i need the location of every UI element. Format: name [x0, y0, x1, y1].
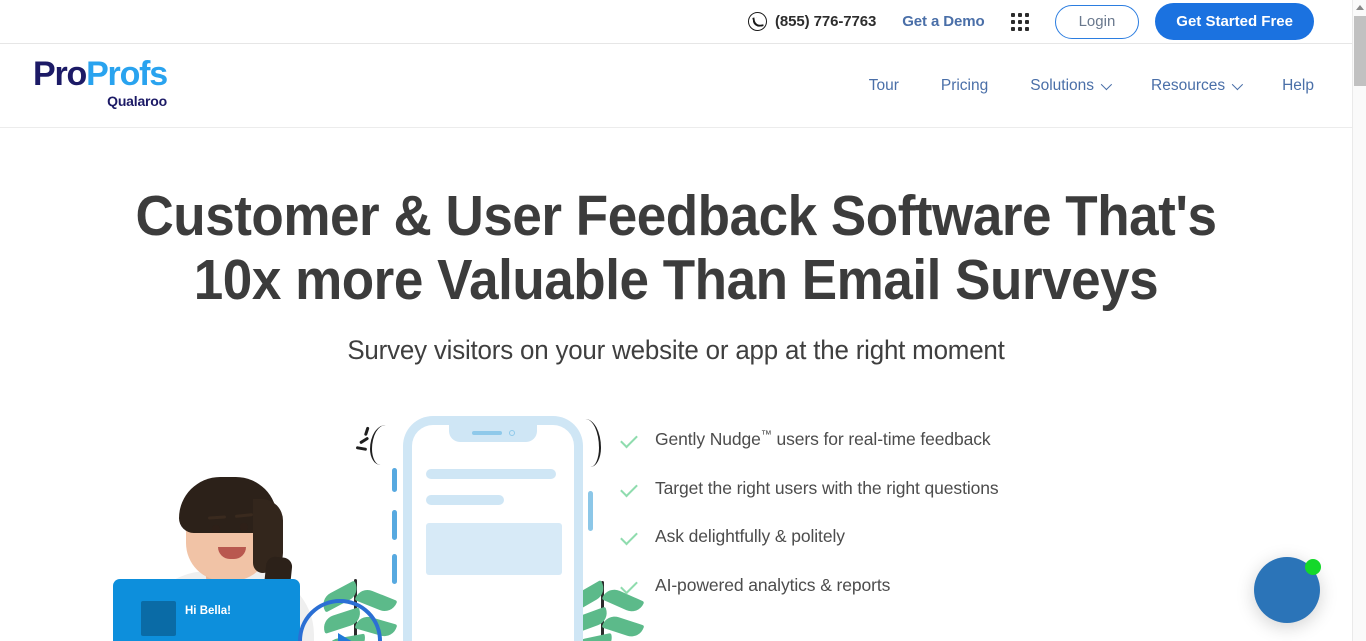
page-title: Customer & User Feedback Software That's… — [47, 184, 1304, 313]
page-viewport: (855) 776-7763 Get a Demo Login Get Star… — [0, 0, 1352, 641]
page-scrollbar[interactable] — [1352, 0, 1366, 641]
trademark-symbol: ™ — [760, 428, 772, 441]
phone-number-link[interactable]: (855) 776-7763 — [748, 12, 876, 31]
check-icon — [620, 482, 637, 499]
hero-title-line-2: 10x more Valuable Than Email Surveys — [193, 247, 1159, 312]
list-item: Gently Nudge™ users for real-time feedba… — [620, 429, 1090, 451]
get-a-demo-link[interactable]: Get a Demo — [902, 13, 984, 30]
chat-greeting-text: Hi Bella! — [185, 604, 232, 617]
accent-dash — [588, 490, 593, 531]
bullet-text: Ask delightfully & politely — [655, 526, 845, 547]
bullet-text: Target the right users with the right qu… — [655, 477, 999, 498]
smartphone-mockup — [403, 415, 583, 641]
logo-link[interactable]: ProProfs Qualaroo — [33, 55, 168, 109]
accent-dash — [392, 553, 397, 584]
site-header: ProProfs Qualaroo Tour Pricing Solutions… — [0, 44, 1352, 128]
nav-item-tour[interactable]: Tour — [869, 77, 899, 95]
bullet-text: Gently Nudge™ users for real-time feedba… — [655, 429, 991, 451]
logo-subtitle: Qualaroo — [107, 93, 167, 109]
apps-grid-icon[interactable] — [1010, 12, 1029, 31]
chat-widget-button[interactable] — [1254, 557, 1321, 623]
phone-number-text: (855) 776-7763 — [775, 13, 877, 30]
logo-part-pro: Pro — [33, 55, 87, 93]
hero-subtitle: Survey visitors on your website or app a… — [347, 334, 1005, 365]
feature-bullet-list: Gently Nudge™ users for real-time feedba… — [620, 429, 1090, 625]
logo-part-profs: Profs — [86, 55, 168, 93]
list-item: Ask delightfully & politely — [620, 526, 1090, 548]
scrollbar-up-arrow-icon[interactable] — [1356, 5, 1364, 10]
nav-item-solutions[interactable]: Solutions — [1030, 77, 1113, 95]
top-utility-bar: (855) 776-7763 Get a Demo Login Get Star… — [0, 0, 1352, 44]
top-utility-items: (855) 776-7763 Get a Demo Login Get Star… — [748, 3, 1314, 40]
hero-illustration: Hi Bella! — [113, 411, 680, 641]
bullet-text: AI-powered analytics & reports — [655, 575, 891, 596]
placeholder-block — [426, 522, 562, 575]
hero-body: Hi Bella! Gently Nudge™ users for real-t… — [0, 411, 1352, 641]
chevron-down-icon — [1100, 78, 1113, 91]
motion-lines-icon — [355, 424, 390, 465]
survey-chat-card: Hi Bella! — [113, 578, 300, 641]
nav-label: Tour — [868, 77, 899, 94]
check-icon — [620, 579, 637, 596]
nav-label: Solutions — [1030, 77, 1095, 94]
nav-label: Pricing — [940, 77, 989, 94]
avatar — [141, 600, 176, 636]
play-triangle — [338, 632, 368, 641]
phone-speaker — [471, 431, 502, 436]
nav-item-pricing[interactable]: Pricing — [941, 77, 988, 95]
bullet-text-rest: users for real-time feedback — [771, 428, 991, 449]
online-status-badge — [1305, 559, 1321, 575]
phone-camera-icon — [508, 430, 515, 437]
phone-notch — [449, 424, 537, 442]
nav-item-help[interactable]: Help — [1282, 77, 1314, 95]
hero-section: Customer & User Feedback Software That's… — [0, 128, 1352, 641]
check-icon — [620, 433, 637, 450]
get-started-free-button[interactable]: Get Started Free — [1155, 3, 1314, 40]
hero-title-line-1: Customer & User Feedback Software That's — [135, 184, 1217, 248]
accent-dash — [392, 467, 397, 492]
phone-circle-icon — [748, 12, 768, 31]
nav-item-resources[interactable]: Resources — [1151, 77, 1244, 95]
accent-dash — [392, 509, 397, 540]
chevron-down-icon — [1231, 78, 1244, 91]
placeholder-bar — [426, 494, 504, 505]
logo-wordmark: ProProfs — [33, 55, 168, 93]
bullet-text-main: Gently Nudge — [655, 428, 761, 449]
nav-label: Help — [1282, 77, 1314, 94]
check-icon — [620, 530, 637, 547]
nav-label: Resources — [1151, 77, 1226, 94]
login-button[interactable]: Login — [1054, 4, 1140, 39]
list-item: AI-powered analytics & reports — [620, 575, 1090, 597]
placeholder-bar — [426, 468, 556, 479]
main-navigation: Tour Pricing Solutions Resources Help — [869, 44, 1314, 128]
scrollbar-thumb[interactable] — [1354, 16, 1366, 86]
list-item: Target the right users with the right qu… — [620, 478, 1090, 500]
